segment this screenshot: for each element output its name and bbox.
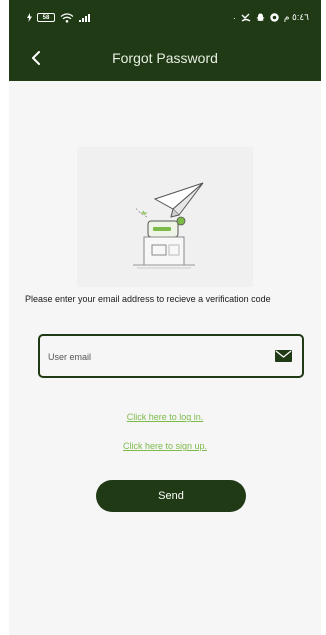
clock: ٥:٤٦ م bbox=[283, 12, 309, 22]
forgot-password-illustration bbox=[77, 147, 253, 287]
content-area: Please enter your email address to recie… bbox=[9, 81, 321, 635]
email-field[interactable] bbox=[38, 334, 304, 378]
status-bar: 58 · ٥:٤٦ م bbox=[9, 0, 321, 35]
app-notification-icon bbox=[270, 13, 279, 22]
signup-link[interactable]: Click here to sign up. bbox=[9, 441, 321, 451]
send-button[interactable]: Send bbox=[96, 480, 246, 512]
mail-icon bbox=[275, 350, 292, 362]
arrow-back-icon bbox=[31, 51, 40, 65]
login-link[interactable]: Click here to log in. bbox=[9, 412, 321, 422]
email-input[interactable] bbox=[46, 346, 270, 368]
wifi-icon bbox=[60, 12, 74, 23]
status-left: 58 bbox=[27, 12, 93, 23]
snapchat-icon bbox=[256, 13, 265, 21]
signal-icon bbox=[79, 14, 90, 22]
back-button[interactable] bbox=[21, 44, 49, 72]
instruction-text: Please enter your email address to recie… bbox=[25, 294, 271, 304]
dot-indicator: · bbox=[232, 12, 236, 23]
missed-call-icon bbox=[241, 13, 251, 22]
battery-indicator: 58 bbox=[37, 13, 55, 22]
page-title: Forgot Password bbox=[112, 50, 218, 66]
status-right: · ٥:٤٦ م bbox=[233, 12, 309, 23]
app-bar: Forgot Password bbox=[9, 35, 321, 81]
paper-plane-icon bbox=[133, 182, 204, 269]
charging-icon bbox=[27, 13, 32, 22]
